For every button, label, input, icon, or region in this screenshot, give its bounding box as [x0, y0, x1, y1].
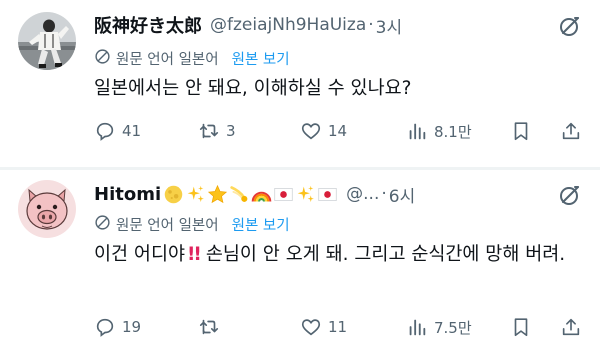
tweet-header: Hitomi @... · 6시: [94, 179, 584, 209]
action-bar: 41 3 14 8.1만: [94, 117, 586, 145]
translation-row: 원문 언어 일본어 원본 보기: [94, 213, 290, 235]
views-button[interactable]: 8.1만: [406, 117, 472, 145]
like-icon: [301, 319, 321, 336]
star-icon: [208, 184, 228, 203]
share-button[interactable]: [560, 117, 582, 145]
separator-dot: ·: [381, 184, 387, 204]
translation-note: 원문 언어 일본어: [116, 51, 219, 68]
share-icon: [562, 318, 580, 336]
share-icon: [562, 122, 580, 140]
reply-count: 19: [122, 318, 142, 336]
bookmark-button[interactable]: [510, 117, 532, 145]
reply-icon: [96, 318, 114, 337]
reply-button[interactable]: 41: [94, 117, 141, 145]
tweet-text: 이건 어디야!! 손님이 안 오게 돼. 그리고 순식간에 망해 버려.: [94, 240, 584, 270]
avatar-baseball-player-image: [18, 12, 76, 70]
japan-flag-icon: [274, 187, 293, 201]
repost-count: 3: [226, 122, 236, 140]
bookmark-icon: [514, 318, 528, 337]
japan-flag-icon: [318, 187, 337, 201]
avatar[interactable]: [18, 12, 76, 70]
tweet-header: 阪神好き太郎 @fzeiajNh9HaUiza · 3시: [94, 10, 584, 40]
user-handle[interactable]: @fzeiajNh9HaUiza: [210, 15, 366, 35]
comet-icon: [230, 185, 248, 202]
tweet-text-part-1: 이건 어디야: [94, 244, 185, 265]
full-moon-icon: [164, 185, 183, 203]
show-original-link[interactable]: 원본 보기: [232, 48, 290, 69]
views-icon: [409, 123, 426, 140]
share-button[interactable]: [560, 313, 582, 341]
reply-button[interactable]: 19: [94, 313, 141, 341]
translate-icon: [94, 48, 111, 69]
name-emojis: [163, 184, 338, 205]
sparkles-icon: [187, 185, 204, 202]
show-original-link[interactable]: 원본 보기: [232, 214, 290, 235]
separator-dot: ·: [368, 15, 374, 35]
action-bar: 19 11 7.5만: [94, 313, 586, 341]
translate-icon: [94, 214, 111, 235]
like-button[interactable]: 11: [300, 313, 347, 341]
reply-icon: [96, 122, 114, 141]
repost-button[interactable]: [198, 313, 226, 341]
tweet-text: 일본에서는 안 돼요, 이해하실 수 있나요?: [94, 78, 412, 99]
views-icon: [409, 319, 426, 336]
tweet-1[interactable]: 阪神好き太郎 @fzeiajNh9HaUiza · 3시 원문 언어 일본어 원…: [0, 0, 600, 168]
timestamp[interactable]: 6시: [389, 182, 415, 207]
grok-icon[interactable]: [556, 181, 584, 209]
bookmark-icon: [514, 122, 528, 141]
repost-icon: [199, 123, 219, 139]
tweet-2[interactable]: Hitomi @... · 6시 원문 언어 일본어 원본 보기 이건 어디야 …: [0, 170, 600, 357]
display-name[interactable]: 阪神好き太郎: [94, 12, 202, 38]
tweet-text-part-2: 손님이 안 오게 돼. 그리고 순식간에 망해 버려.: [205, 244, 566, 265]
reply-count: 41: [122, 122, 142, 140]
user-handle[interactable]: @...: [346, 184, 379, 204]
like-button[interactable]: 14: [300, 117, 347, 145]
double-exclamation-icon: !!: [186, 244, 202, 265]
timestamp[interactable]: 3시: [376, 13, 402, 38]
repost-icon: [199, 319, 219, 335]
views-button[interactable]: 7.5만: [406, 313, 472, 341]
avatar[interactable]: [18, 180, 76, 238]
like-icon: [301, 123, 321, 140]
sparkles-icon: [297, 185, 314, 202]
bookmark-button[interactable]: [510, 313, 532, 341]
repost-button[interactable]: 3: [198, 117, 236, 145]
display-name[interactable]: Hitomi: [94, 184, 161, 205]
view-count: 8.1만: [434, 122, 472, 141]
rainbow-icon: [251, 191, 272, 202]
grok-icon[interactable]: [556, 12, 584, 40]
avatar-pig-illustration: [18, 180, 76, 238]
view-count: 7.5만: [434, 318, 472, 337]
like-count: 11: [328, 318, 348, 336]
translation-row: 원문 언어 일본어 원본 보기: [94, 47, 290, 69]
like-count: 14: [328, 122, 348, 140]
translation-note: 원문 언어 일본어: [116, 217, 219, 234]
